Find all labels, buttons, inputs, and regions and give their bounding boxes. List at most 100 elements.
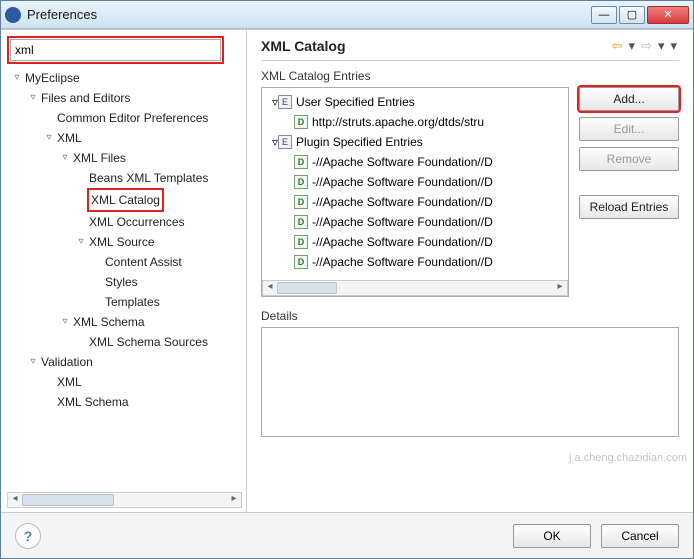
expand-arrow-icon[interactable]: ▿ (59, 148, 71, 168)
forward-menu-icon[interactable]: ▾ (656, 38, 667, 54)
tree-hscrollbar[interactable]: ◂ ▸ (7, 492, 242, 508)
entry-label: -//Apache Software Foundation//D (312, 152, 493, 172)
ok-button[interactable]: OK (513, 524, 591, 548)
tree-item-label: Files and Editors (39, 88, 132, 108)
entries-hscrollbar[interactable]: ◂ ▸ (262, 280, 568, 296)
tree-item[interactable]: ▿XML Files (11, 148, 242, 168)
nav-arrows: ⇦ ▾ ⇨ ▾ ▾ (610, 38, 679, 54)
catalog-entry[interactable]: ▿EPlugin Specified Entries (264, 132, 566, 152)
scroll-left-icon[interactable]: ◂ (263, 281, 277, 295)
scroll-thumb[interactable] (22, 494, 114, 506)
page-title: XML Catalog (261, 38, 610, 54)
back-menu-icon[interactable]: ▾ (627, 38, 638, 54)
window-title: Preferences (27, 7, 591, 22)
catalog-entry[interactable]: D-//Apache Software Foundation//D (264, 212, 566, 232)
tree-item[interactable]: Content Assist (11, 252, 242, 272)
catalog-entry[interactable]: D-//Apache Software Foundation//D (264, 232, 566, 252)
tree-item[interactable]: ▿MyEclipse (11, 68, 242, 88)
scroll-right-icon[interactable]: ▸ (227, 493, 241, 507)
view-menu-icon[interactable]: ▾ (668, 38, 679, 54)
tree-item[interactable]: ▿XML Schema (11, 312, 242, 332)
tree-item-label: XML Occurrences (87, 212, 187, 232)
cancel-button[interactable]: Cancel (601, 524, 679, 548)
entry-label: Plugin Specified Entries (296, 132, 423, 152)
expand-arrow-icon[interactable]: ▿ (27, 88, 39, 108)
tree-item-label: XML (55, 128, 84, 148)
catalog-entry[interactable]: D -//Apache Software Foundation//D (264, 192, 566, 212)
tree-item[interactable]: XML Schema Sources (11, 332, 242, 352)
catalog-entry[interactable]: D -//Apache Software Foundation//D (264, 152, 566, 172)
entry-label: http://struts.apache.org/dtds/stru (312, 112, 484, 132)
entry-label: -//Apache Software Foundation//D (312, 172, 493, 192)
minimize-button[interactable]: — (591, 6, 617, 24)
tree-item-label: Templates (103, 292, 162, 312)
tree-item[interactable]: XML (11, 372, 242, 392)
preferences-tree[interactable]: ▿MyEclipse▿Files and EditorsCommon Edito… (7, 68, 242, 488)
search-highlight (7, 36, 224, 64)
right-pane: XML Catalog ⇦ ▾ ⇨ ▾ ▾ XML Catalog Entrie… (247, 30, 693, 512)
tree-item[interactable]: ▿XML (11, 128, 242, 148)
edit-button[interactable]: Edit... (579, 117, 679, 141)
expand-arrow-icon[interactable]: ▿ (59, 312, 71, 332)
preferences-window: Preferences — ▢ ✕ ▿MyEclipse▿Files and E… (0, 0, 694, 559)
entry-label: -//Apache Software Foundation//D (312, 192, 493, 212)
tree-item[interactable]: XML Schema (11, 392, 242, 412)
page-header: XML Catalog ⇦ ▾ ⇨ ▾ ▾ (261, 38, 679, 54)
tree-item-label: Content Assist (103, 252, 184, 272)
filter-input[interactable] (10, 39, 221, 61)
entries-buttons: Add... Edit... Remove Reload Entries (579, 87, 679, 297)
dtd-icon: D (294, 215, 308, 229)
catalog-entry[interactable]: Dhttp://struts.apache.org/dtds/stru (264, 112, 566, 132)
window-controls: — ▢ ✕ (591, 6, 689, 24)
close-button[interactable]: ✕ (647, 6, 689, 24)
forward-arrow-icon[interactable]: ⇨ (639, 38, 654, 54)
left-pane: ▿MyEclipse▿Files and EditorsCommon Edito… (1, 30, 247, 512)
scroll-left-icon[interactable]: ◂ (8, 493, 22, 507)
add-button[interactable]: Add... (579, 87, 679, 111)
entries-listbox[interactable]: ▿EUser Specified EntriesDhttp://struts.a… (261, 87, 569, 297)
tree-item[interactable]: ▿XML Source (11, 232, 242, 252)
footer: ? OK Cancel (1, 512, 693, 558)
tree-item[interactable]: Common Editor Preferences (11, 108, 242, 128)
tree-item-label: Validation (39, 352, 95, 372)
app-icon (5, 7, 21, 23)
dtd-icon: D (294, 235, 308, 249)
help-button[interactable]: ? (15, 523, 41, 549)
entry-label: User Specified Entries (296, 92, 415, 112)
back-arrow-icon[interactable]: ⇦ (610, 38, 625, 54)
reload-button[interactable]: Reload Entries (579, 195, 679, 219)
dtd-icon: D (294, 255, 308, 269)
expand-arrow-icon[interactable]: ▿ (75, 232, 87, 252)
scroll-thumb[interactable] (277, 282, 337, 294)
tree-item[interactable]: XML Catalog (11, 188, 242, 212)
tree-item[interactable]: Styles (11, 272, 242, 292)
expand-arrow-icon[interactable]: ▿ (11, 68, 23, 88)
scroll-right-icon[interactable]: ▸ (553, 281, 567, 295)
dtd-icon: D (294, 195, 308, 209)
remove-button[interactable]: Remove (579, 147, 679, 171)
entry-label: -//Apache Software Foundation//D (312, 252, 493, 272)
tree-item-label: MyEclipse (23, 68, 82, 88)
tree-item[interactable]: ▿Validation (11, 352, 242, 372)
maximize-button[interactable]: ▢ (619, 6, 645, 24)
catalog-entry[interactable]: ▿EUser Specified Entries (264, 92, 566, 112)
tree-item[interactable]: XML Occurrences (11, 212, 242, 232)
dtd-icon: D (294, 175, 308, 189)
catalog-entry[interactable]: D -//Apache Software Foundation//D (264, 172, 566, 192)
catalog-entry[interactable]: D -//Apache Software Foundation//D (264, 252, 566, 272)
dtd-icon: D (294, 155, 308, 169)
dtd-icon: D (294, 115, 308, 129)
tree-item[interactable]: Beans XML Templates (11, 168, 242, 188)
tree-item-label: XML Schema (71, 312, 147, 332)
titlebar[interactable]: Preferences — ▢ ✕ (1, 1, 693, 29)
tree-item[interactable]: Templates (11, 292, 242, 312)
tree-item[interactable]: ▿Files and Editors (11, 88, 242, 108)
tree-item-label: XML Schema Sources (87, 332, 210, 352)
entries-area: ▿EUser Specified EntriesDhttp://struts.a… (261, 87, 679, 297)
content-area: ▿MyEclipse▿Files and EditorsCommon Edito… (1, 29, 693, 512)
tree-item-label: Styles (103, 272, 140, 292)
expand-arrow-icon[interactable]: ▿ (27, 352, 39, 372)
tree-item-label: Beans XML Templates (87, 168, 210, 188)
tree-item-label: XML Schema (55, 392, 131, 412)
expand-arrow-icon[interactable]: ▿ (43, 128, 55, 148)
